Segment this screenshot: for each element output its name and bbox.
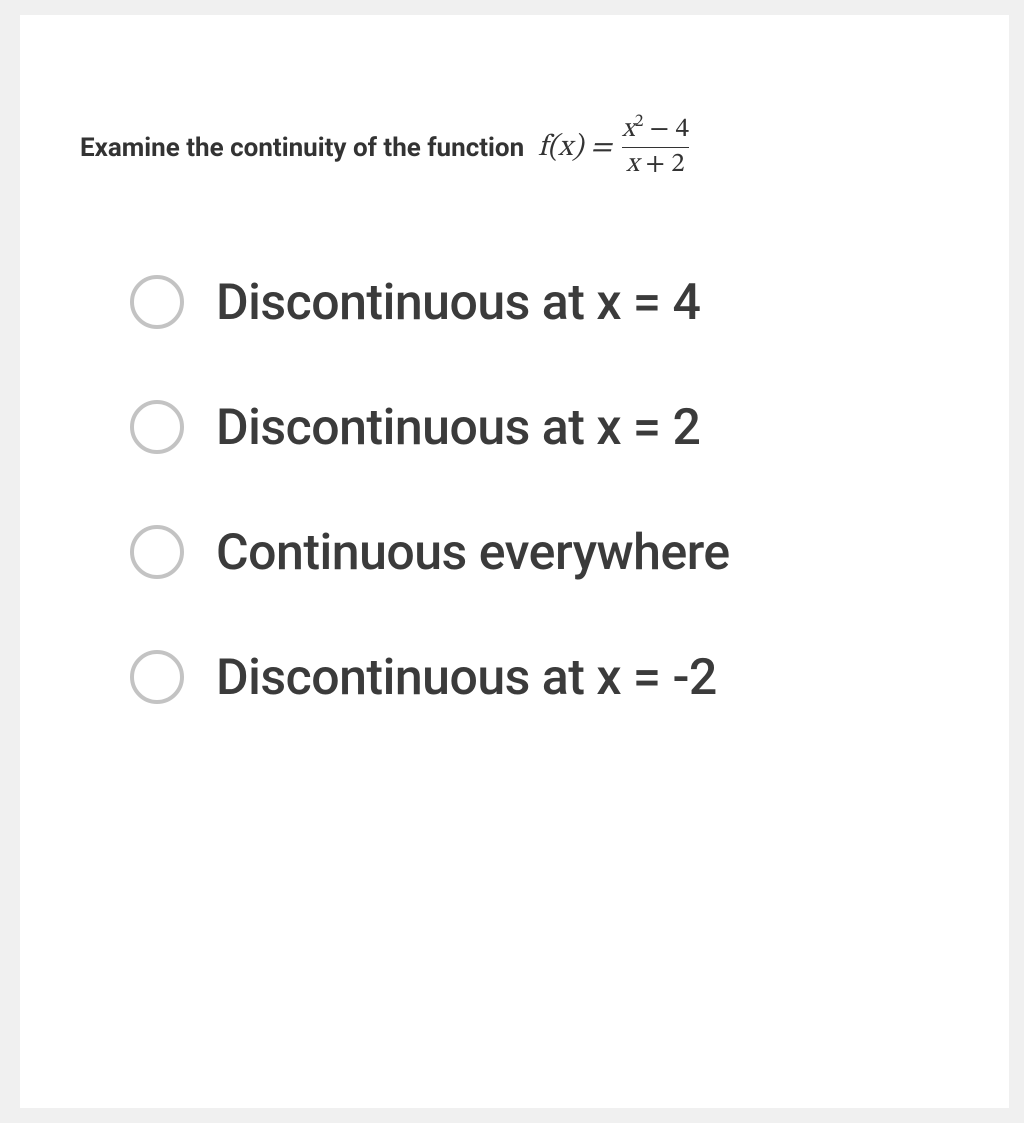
- option-4[interactable]: Discontinuous at x = -2: [130, 646, 860, 711]
- denominator: x + 2: [622, 147, 688, 180]
- radio-icon[interactable]: [130, 400, 184, 454]
- option-label: Continuous everywhere: [216, 521, 730, 586]
- fraction: x2 − 4 x + 2: [618, 113, 693, 179]
- question-prompt: Examine the continuity of the function f…: [80, 115, 959, 181]
- option-label: Discontinuous at x = 2: [216, 396, 700, 461]
- function-lhs: f(x) =: [538, 129, 612, 167]
- option-3[interactable]: Continuous everywhere: [130, 521, 860, 586]
- question-prefix: Examine the continuity of the function: [80, 133, 524, 163]
- option-label: Discontinuous at x = 4: [216, 271, 700, 336]
- question-card: Examine the continuity of the function f…: [20, 15, 1009, 1108]
- numerator: x2 − 4: [618, 113, 693, 147]
- option-label: Discontinuous at x = -2: [216, 646, 717, 711]
- math-expression: f(x) = x2 − 4 x + 2: [538, 115, 693, 181]
- option-2[interactable]: Discontinuous at x = 2: [130, 396, 860, 461]
- radio-icon[interactable]: [130, 650, 184, 704]
- radio-icon[interactable]: [130, 275, 184, 329]
- radio-icon[interactable]: [130, 525, 184, 579]
- options-list: Discontinuous at x = 4 Discontinuous at …: [80, 271, 860, 711]
- option-1[interactable]: Discontinuous at x = 4: [130, 271, 860, 336]
